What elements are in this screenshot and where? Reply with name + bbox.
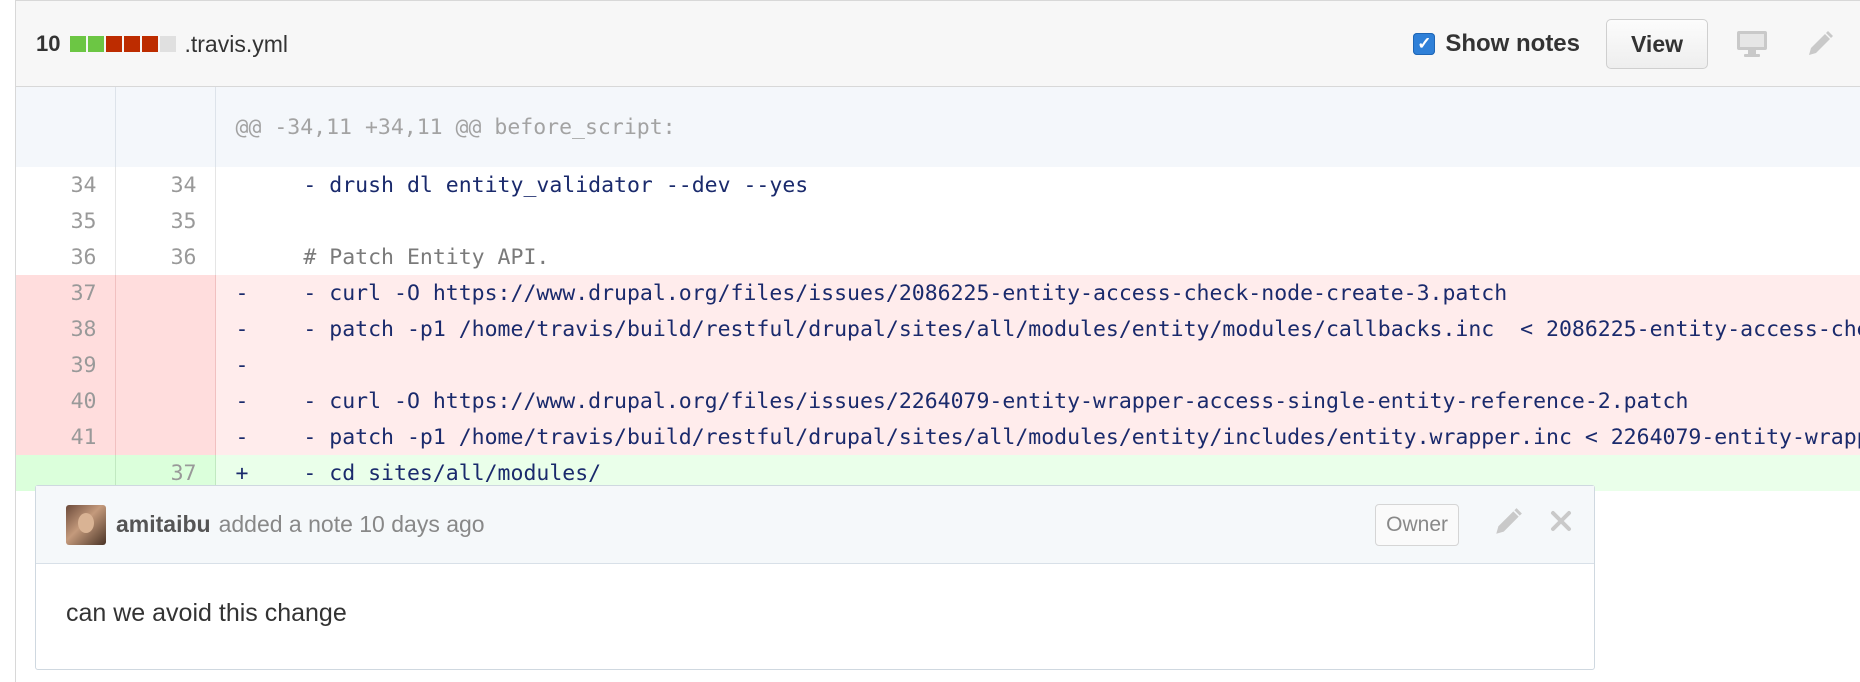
owner-badge: Owner <box>1375 504 1459 546</box>
file-actions: ✓ Show notes View <box>1413 1 1860 87</box>
file-header: 10 .travis.yml ✓ Show notes View <box>16 0 1860 87</box>
diff-line-ctx: 36 36 # Patch Entity API. <box>16 239 1860 275</box>
file-info: 10 .travis.yml <box>36 1 288 87</box>
note-area: amitaibu added a note 10 days ago Owner … <box>15 465 1860 682</box>
hunk-header: @@ -34,11 +34,11 @@ before_script: <box>215 87 1860 167</box>
note-actions <box>1492 506 1576 538</box>
view-file-button[interactable]: View <box>1606 19 1708 69</box>
diffstat-block <box>142 36 159 52</box>
code-line <box>215 203 1860 239</box>
code-line: - - curl -O https://www.drupal.org/files… <box>215 383 1860 419</box>
hunk-header-row: @@ -34,11 +34,11 @@ before_script: <box>16 87 1860 167</box>
code-line: # Patch Entity API. <box>215 239 1860 275</box>
note-header: amitaibu added a note 10 days ago Owner <box>36 486 1594 564</box>
diff-sign: - <box>235 352 249 378</box>
diff-line-del: 39 - <box>16 347 1860 383</box>
new-line-number[interactable]: 35 <box>115 203 216 239</box>
code-text: - drush dl entity_validator --dev --yes <box>277 172 809 198</box>
diff-line-del: 38 - - patch -p1 /home/travis/build/restf… <box>16 311 1860 347</box>
code-text: - patch -p1 /home/travis/build/restful/d… <box>303 424 1860 450</box>
code-line: - drush dl entity_validator --dev --yes <box>215 167 1860 203</box>
new-line-number[interactable] <box>115 275 216 311</box>
code-text: - curl -O https://www.drupal.org/files/i… <box>277 388 1689 414</box>
old-line-number[interactable]: 34 <box>16 167 116 203</box>
diffstat-block <box>88 36 105 52</box>
diff-table: @@ -34,11 +34,11 @@ before_script: 34 34 … <box>16 87 1860 491</box>
code-text: # Patch Entity API. <box>277 244 550 270</box>
close-icon[interactable] <box>1546 506 1576 536</box>
diff-line-del: 41 - - patch -p1 /home/travis/build/restf… <box>16 419 1860 455</box>
avatar[interactable] <box>66 504 106 545</box>
diff-sign: - <box>235 424 249 450</box>
pencil-icon[interactable] <box>1802 26 1838 62</box>
old-line-number[interactable]: 41 <box>16 419 116 455</box>
show-notes-label[interactable]: Show notes <box>1445 30 1580 58</box>
diff-line-ctx: 35 35 <box>16 203 1860 239</box>
old-line-number[interactable]: 35 <box>16 203 116 239</box>
code-line: - - patch -p1 /home/travis/build/restful… <box>215 311 1860 347</box>
diff-line-ctx: 34 34 - drush dl entity_validator --dev -… <box>16 167 1860 203</box>
diff-sign: - <box>235 316 249 342</box>
diffstat-blocks <box>70 36 177 52</box>
old-line-number[interactable]: 40 <box>16 383 116 419</box>
new-line-number[interactable] <box>115 311 216 347</box>
desktop-icon[interactable] <box>1734 26 1770 62</box>
code-text: - curl -O https://www.drupal.org/files/i… <box>277 280 1508 306</box>
show-notes-checkbox[interactable]: ✓ <box>1413 33 1436 55</box>
diffstat-block <box>106 36 123 52</box>
old-line-number[interactable]: 38 <box>16 311 116 347</box>
code-line: - - curl -O https://www.drupal.org/files… <box>215 275 1860 311</box>
diff-line-del: 37 - - curl -O https://www.drupal.org/fil… <box>16 275 1860 311</box>
old-line-number[interactable]: 37 <box>16 275 116 311</box>
file-name-link[interactable]: .travis.yml <box>184 31 288 58</box>
diffstat-block <box>160 36 177 52</box>
new-line-number[interactable] <box>115 347 216 383</box>
diffstat-count: 10 <box>36 31 61 56</box>
note-body: can we avoid this change <box>66 599 347 627</box>
diffstat-block <box>124 36 141 52</box>
new-line-number[interactable]: 34 <box>115 167 216 203</box>
note-timestamp: added a note 10 days ago <box>218 511 485 537</box>
pencil-icon[interactable] <box>1492 506 1524 538</box>
note-author[interactable]: amitaibu <box>116 511 211 538</box>
new-line-number[interactable] <box>115 419 216 455</box>
diffstat-block <box>70 36 87 52</box>
diff-line-del: 40 - - curl -O https://www.drupal.org/fil… <box>16 383 1860 419</box>
expand-cell[interactable] <box>16 87 116 167</box>
new-line-number[interactable] <box>115 383 216 419</box>
old-line-number[interactable]: 39 <box>16 347 116 383</box>
new-line-number[interactable]: 36 <box>115 239 216 275</box>
diff-sign: - <box>235 388 249 414</box>
code-line: - <box>215 347 1860 383</box>
diff-sign: - <box>235 280 249 306</box>
note: amitaibu added a note 10 days ago Owner … <box>35 485 1595 670</box>
old-line-number[interactable]: 36 <box>16 239 116 275</box>
code-text: - patch -p1 /home/travis/build/restful/d… <box>303 316 1860 342</box>
code-line: - - patch -p1 /home/travis/build/restful… <box>215 419 1860 455</box>
